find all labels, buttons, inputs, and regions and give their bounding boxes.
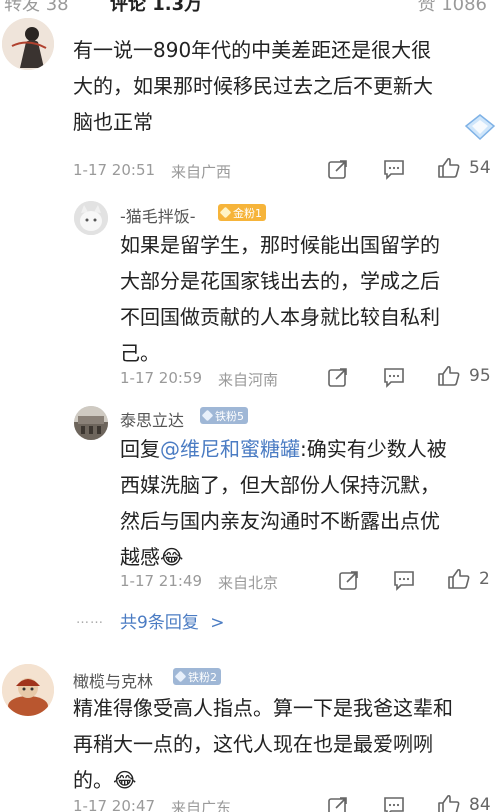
reply-button[interactable]	[383, 795, 405, 812]
badge-label: 金粉1	[233, 206, 262, 220]
badge-label: 铁粉5	[215, 409, 244, 423]
building-avatar-image	[74, 406, 108, 440]
repost-button[interactable]	[338, 569, 360, 591]
view-all-replies-link[interactable]: 共9条回复 >	[120, 608, 224, 633]
reply-button[interactable]	[383, 366, 405, 388]
repost-button[interactable]	[327, 158, 349, 180]
tab-reposts[interactable]: 转发 38	[4, 0, 69, 16]
diamond-sticker-icon	[463, 113, 497, 141]
comment-icon	[384, 797, 404, 812]
cat-avatar-image	[74, 201, 108, 235]
comment-location: 来自广东	[171, 799, 232, 812]
comment-text: 精准得像受高人指点。算一下是我爸这辈和 再稍大一点的，这代人现在也是最爱咧咧 的…	[73, 690, 497, 798]
like-button[interactable]: 54	[437, 156, 491, 180]
like-icon	[448, 568, 470, 589]
comment-icon	[394, 571, 414, 591]
comment-text-line: 西媒洗脑了，但大部份人保持沉默，	[120, 473, 440, 497]
repost-icon	[328, 160, 347, 179]
badge-gem-icon	[219, 206, 232, 219]
like-count: 54	[469, 158, 491, 178]
comment-text-line: 大部分是花国家钱出去的，学成之后	[120, 269, 440, 293]
comment-text-fragment: 的。	[73, 768, 113, 792]
tab-comments[interactable]: 评论 1.3万	[110, 0, 202, 16]
view-all-replies-label: 共9条回复	[120, 613, 199, 633]
username[interactable]: -猫毛拌饭-	[120, 203, 196, 227]
comment-tab-bar: 转发 38 评论 1.3万 赞 1086	[0, 0, 497, 15]
like-icon	[438, 794, 460, 812]
comment-time: 1-17 20:59	[120, 369, 203, 387]
comment-text-line: 再稍大一点的，这代人现在也是最爱咧咧	[73, 732, 433, 756]
comment-text-line: 大的，如果那时候移民过去之后不更新大	[73, 74, 433, 98]
weibo-comment-page: 转发 38 评论 1.3万 赞 1086 有一说一890年代的中美差距还是很大很…	[0, 0, 497, 812]
comment-icon	[384, 368, 404, 388]
like-button[interactable]: 2	[447, 567, 490, 591]
comment-time: 1-17 20:51	[73, 161, 156, 179]
repost-icon	[339, 571, 358, 590]
fan-badge: 铁粉2	[173, 668, 221, 685]
comment-text-line: 的。😂	[73, 762, 497, 798]
avatar[interactable]	[2, 18, 54, 70]
laughing-emoji-icon: 😂	[160, 545, 184, 569]
comment-time: 1-17 21:49	[120, 572, 203, 590]
comment-icon	[384, 160, 404, 180]
comment-text: 回复@维尼和蜜糖罐:确实有少数人被 西媒洗脑了，但大部份人保持沉默， 然后与国内…	[120, 431, 495, 575]
fan-badge: 铁粉5	[200, 407, 248, 424]
badge-label: 铁粉2	[188, 670, 217, 684]
like-count: 84	[469, 795, 491, 812]
comment-time: 1-17 20:47	[73, 797, 156, 812]
avatar[interactable]	[74, 201, 108, 235]
comment-text-line: 有一说一890年代的中美差距还是很大很	[73, 38, 432, 62]
avatar[interactable]	[74, 406, 108, 440]
like-icon	[438, 365, 460, 386]
user-mention-link[interactable]: @维尼和蜜糖罐	[160, 437, 300, 461]
comment-text-line: 回复@维尼和蜜糖罐:确实有少数人被	[120, 431, 495, 467]
avatar[interactable]	[2, 664, 54, 716]
comment-text: 有一说一890年代的中美差距还是很大很 大的，如果那时候移民过去之后不更新大 脑…	[73, 32, 493, 140]
badge-gem-icon	[201, 409, 214, 422]
repost-button[interactable]	[327, 366, 349, 388]
comment-location: 来自广西	[171, 163, 232, 181]
like-count: 2	[479, 569, 490, 589]
repost-icon	[328, 368, 347, 387]
chevron-right-icon: >	[210, 613, 225, 633]
repost-icon	[328, 797, 347, 812]
like-icon	[438, 157, 460, 178]
reply-button[interactable]	[393, 569, 415, 591]
like-button[interactable]: 95	[437, 364, 491, 388]
badge-gem-icon	[174, 670, 187, 683]
comment-text-line: 越感😂	[120, 539, 495, 575]
comment-text-fragment: 越感	[120, 545, 160, 569]
comment-text-line: 脑也正常	[73, 110, 153, 134]
avatar-illustration	[2, 18, 54, 70]
comment-text-line: 精准得像受高人指点。算一下是我爸这辈和	[73, 696, 453, 720]
comment-location: 来自北京	[218, 574, 279, 592]
comment-text-line: 如果是留学生，那时候能出国留学的	[120, 233, 440, 257]
comment-text-line: 己。	[120, 341, 160, 365]
more-replies-dots: ……	[76, 612, 104, 627]
avatar-illustration	[2, 664, 54, 716]
username[interactable]: 泰思立达	[120, 407, 184, 431]
repost-button[interactable]	[327, 795, 349, 812]
username[interactable]: 橄榄与克林	[73, 668, 153, 692]
comment-text-line: 然后与国内亲友沟通时不断露出点优	[120, 509, 440, 533]
reply-button[interactable]	[383, 158, 405, 180]
like-count: 95	[469, 366, 491, 386]
reply-prefix: 回复	[120, 437, 160, 461]
comment-text-line: 不回国做贡献的人本身就比较自私利	[120, 305, 440, 329]
tab-likes[interactable]: 赞 1086	[417, 0, 487, 16]
like-button[interactable]: 84	[437, 793, 491, 812]
comment-text: 如果是留学生，那时候能出国留学的 大部分是花国家钱出去的，学成之后 不回国做贡献…	[120, 227, 490, 371]
fan-badge: 金粉1	[218, 204, 266, 221]
laughing-emoji-icon: 😂	[113, 768, 137, 792]
comment-location: 来自河南	[218, 371, 279, 389]
comment-text-fragment: :确实有少数人被	[300, 437, 447, 461]
